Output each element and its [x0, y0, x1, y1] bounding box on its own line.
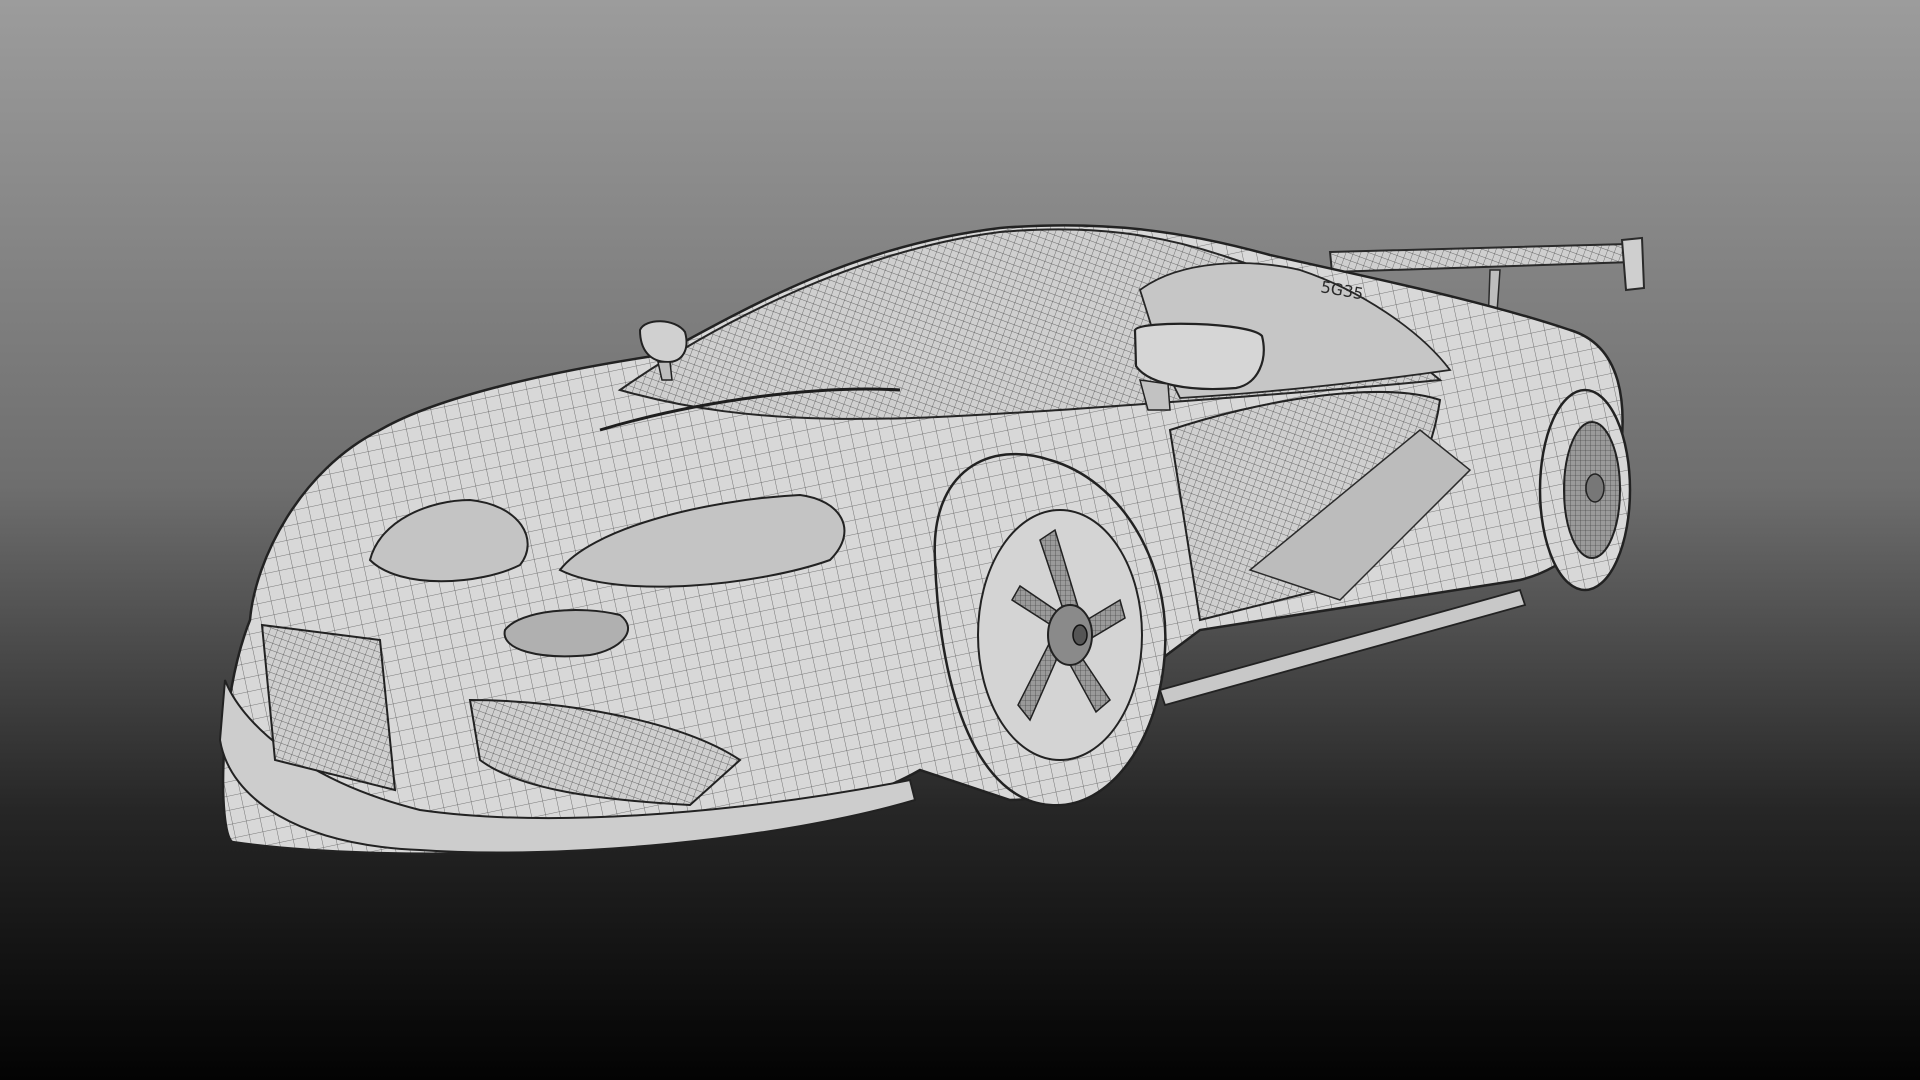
rear-wheel[interactable] — [1538, 388, 1632, 592]
cabin-canopy — [617, 228, 1452, 420]
wireframe-car-model[interactable]: 5G35 — [0, 0, 1920, 1080]
3d-viewport[interactable]: 5G35 — [0, 0, 1920, 1080]
